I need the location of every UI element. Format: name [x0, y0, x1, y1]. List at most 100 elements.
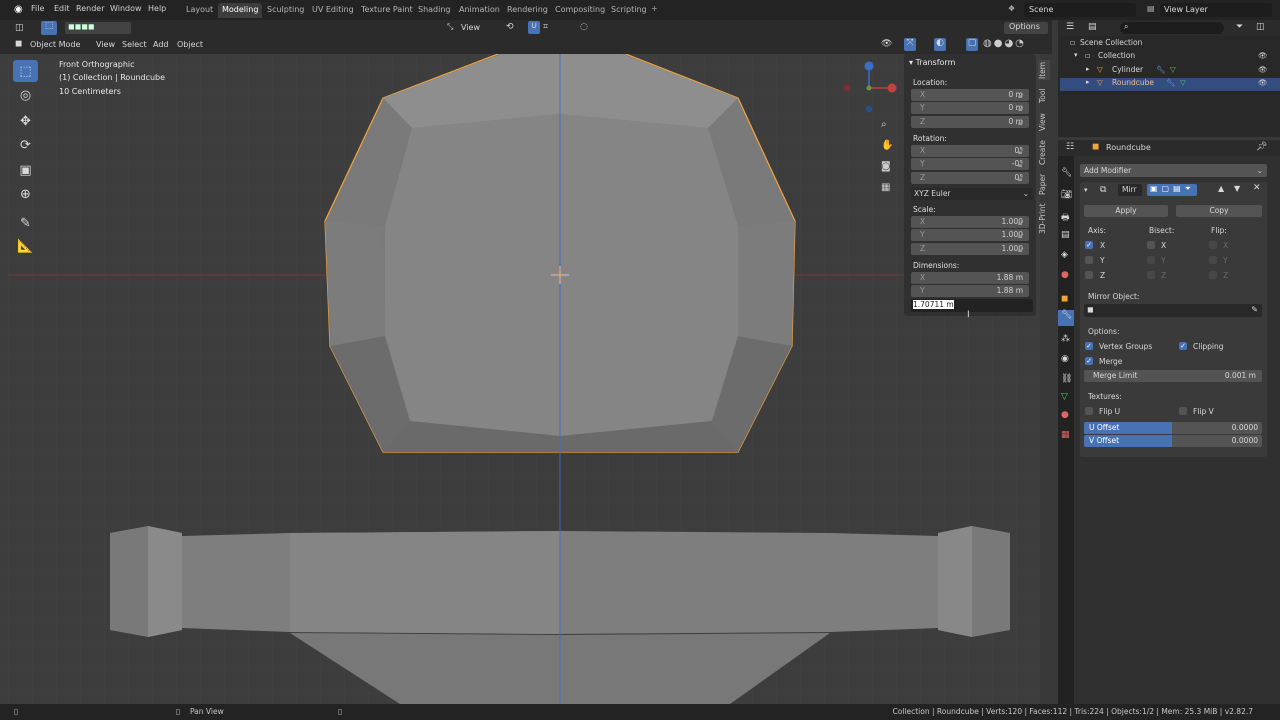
camera-icon[interactable]: ◙ — [881, 161, 891, 172]
tab-texture-paint[interactable]: Texture Paint — [357, 3, 417, 18]
dimensions-y-field[interactable]: Y 1.88 m — [911, 285, 1029, 297]
location-x-field[interactable]: X0 m — [911, 89, 1029, 101]
scene-selector[interactable]: Scene — [1024, 3, 1136, 17]
pin-icon[interactable]: 📌︎ — [1256, 142, 1267, 152]
tab-animation[interactable]: Animation — [455, 3, 504, 18]
scale-tool-icon[interactable]: ▣ — [13, 159, 38, 181]
view-layer-selector[interactable]: View Layer — [1160, 3, 1272, 17]
measure-tool-icon[interactable]: 📐 — [13, 235, 38, 257]
display-mode-icon[interactable]: ▤ — [1088, 22, 1097, 32]
merge-checkbox[interactable]: ✓ — [1085, 357, 1093, 365]
axis-y-checkbox[interactable] — [1085, 256, 1093, 264]
mesh-data-tab-icon[interactable]: ▽ — [1061, 392, 1068, 402]
lock-icon[interactable]: 🔓︎ — [1018, 104, 1023, 114]
rotation-mode-dropdown[interactable]: XYZ Euler ⌄ — [911, 188, 1033, 200]
lock-icon[interactable]: 🔓︎ — [1018, 231, 1023, 241]
pivot-icon[interactable]: ⟲ — [506, 22, 514, 32]
filter-icon[interactable]: ⏷ — [1236, 22, 1243, 32]
proportional-edit-icon[interactable]: ◌ — [580, 22, 588, 32]
lock-icon[interactable]: 🔓︎ — [1018, 118, 1023, 128]
axis-x-checkbox[interactable]: ✓ — [1085, 241, 1093, 249]
scale-y-field[interactable]: Y 1.000 — [911, 229, 1029, 241]
tab-compositing[interactable]: Compositing — [551, 3, 609, 18]
overlay-toggle-icon[interactable]: ◐ — [934, 38, 946, 51]
dimensions-x-field[interactable]: X 1.88 m — [911, 272, 1029, 284]
rotation-x-field[interactable]: X 0° — [911, 145, 1029, 157]
tab-layout[interactable]: Layout — [182, 3, 217, 18]
tab-create[interactable]: Create — [1038, 139, 1050, 167]
bisect-x-checkbox[interactable] — [1147, 241, 1155, 249]
lock-icon[interactable]: 🔓︎ — [1018, 218, 1023, 228]
outliner-editor-icon[interactable]: ☰ — [1066, 22, 1074, 32]
scene-tab-icon[interactable]: ◈ — [1061, 250, 1068, 260]
mirror-object-field[interactable]: ◼ ✎ — [1084, 304, 1262, 317]
constraints-tab-icon[interactable]: ⛓ — [1061, 374, 1072, 384]
modifier-tab-icon[interactable]: 🔧︎ — [1058, 310, 1074, 326]
move-down-icon[interactable]: ▼ — [1234, 184, 1240, 193]
eye-icon[interactable]: 👁 — [1258, 65, 1268, 74]
add-modifier-dropdown[interactable]: Add Modifier ⌄ — [1080, 164, 1267, 177]
annotate-tool-icon[interactable]: ✎ — [13, 212, 38, 234]
menu-view[interactable]: View — [96, 40, 115, 49]
location-y-field[interactable]: Y0 m — [911, 102, 1029, 114]
tab-sculpting[interactable]: Sculpting — [263, 3, 308, 18]
mode-dropdown[interactable]: Object Mode — [30, 40, 80, 49]
render-tab-icon[interactable]: 📷︎ — [1061, 190, 1072, 200]
tab-rendering[interactable]: Rendering — [503, 3, 552, 18]
vertex-groups-checkbox[interactable]: ✓ — [1085, 342, 1093, 350]
u-offset-slider[interactable]: U Offset 0.0000 — [1084, 422, 1262, 434]
move-tool-icon[interactable]: ✥ — [13, 110, 38, 132]
outliner-row-roundcube[interactable]: ▸ ▽ Roundcube 🔧︎ ▽ 👁 — [1060, 78, 1280, 91]
rotation-z-field[interactable]: Z 0° — [911, 172, 1029, 184]
outliner-row-collection[interactable]: ▾ ▫ Collection 👁 — [1060, 51, 1280, 64]
new-collection-icon[interactable]: ◫ — [1256, 22, 1265, 32]
rotate-tool-icon[interactable]: ⟳ — [13, 134, 38, 156]
flip-u-checkbox[interactable] — [1085, 407, 1093, 415]
blender-logo-icon[interactable]: ◉ — [14, 4, 23, 15]
merge-limit-field[interactable]: Merge Limit 0.001 m — [1084, 370, 1262, 382]
location-z-field[interactable]: Z0 m — [911, 116, 1029, 128]
flip-v-checkbox[interactable] — [1179, 407, 1187, 415]
clipping-checkbox[interactable]: ✓ — [1179, 342, 1187, 350]
move-up-icon[interactable]: ▲ — [1218, 184, 1224, 193]
tab-tool[interactable]: Tool — [1038, 86, 1050, 106]
snap-icon[interactable]: ∪ — [528, 21, 540, 34]
material-tab-icon[interactable]: ● — [1061, 410, 1069, 420]
tab-scripting[interactable]: Scripting — [607, 3, 651, 18]
transform-panel-header[interactable]: ▾ Transform — [909, 58, 955, 67]
select-box-icon[interactable]: ⬚ — [41, 21, 57, 35]
lock-icon[interactable]: 🔓︎ — [1018, 245, 1023, 255]
menu-object[interactable]: Object — [177, 40, 203, 49]
physics-tab-icon[interactable]: ◉ — [1061, 354, 1069, 364]
tab-shading[interactable]: Shading — [414, 3, 455, 18]
remove-modifier-icon[interactable]: ✕ — [1253, 183, 1261, 193]
world-tab-icon[interactable]: ● — [1061, 270, 1069, 280]
modifier-display-toggles[interactable]: ▣▢▤⏷ — [1147, 184, 1197, 196]
view-dropdown[interactable]: View — [461, 23, 480, 32]
properties-editor-icon[interactable]: ☷ — [1066, 142, 1074, 152]
output-tab-icon[interactable]: 🖶 — [1061, 210, 1070, 226]
apply-button[interactable]: Apply — [1084, 205, 1168, 217]
expand-icon[interactable]: ▸ — [1086, 65, 1090, 73]
lock-icon[interactable]: 🔓︎ — [1018, 174, 1023, 184]
axis-z-checkbox[interactable] — [1085, 271, 1093, 279]
3d-viewport[interactable]: Front Orthographic (1) Collection | Roun… — [0, 36, 1040, 704]
snap-target-icon[interactable]: ⌗ — [543, 22, 548, 32]
lock-icon[interactable]: 🔓︎ — [1018, 147, 1023, 157]
editor-type-icon[interactable]: ◫ — [15, 23, 24, 33]
gizmo-toggle-icon[interactable]: ⤧ — [904, 38, 916, 51]
menu-select[interactable]: Select — [122, 40, 147, 49]
options-dropdown[interactable]: Options — [1004, 22, 1048, 34]
add-workspace-icon[interactable]: + — [651, 4, 658, 13]
menu-help[interactable]: Help — [148, 4, 166, 13]
eyedropper-icon[interactable]: ✎ — [1251, 305, 1258, 314]
expand-icon[interactable]: ▾ — [1074, 51, 1078, 59]
expand-icon[interactable]: ▸ — [1086, 78, 1090, 86]
pan-icon[interactable]: ✋ — [881, 140, 893, 151]
eye-icon[interactable]: 👁 — [1258, 78, 1268, 87]
lock-icon[interactable]: 🔓︎ — [1018, 91, 1023, 101]
outliner-row-scene-collection[interactable]: ▫ Scene Collection — [1060, 38, 1280, 51]
dimensions-z-input[interactable]: 1.70711 m — [911, 299, 1033, 312]
menu-render[interactable]: Render — [76, 4, 104, 13]
v-offset-slider[interactable]: V Offset 0.0000 — [1084, 435, 1262, 447]
